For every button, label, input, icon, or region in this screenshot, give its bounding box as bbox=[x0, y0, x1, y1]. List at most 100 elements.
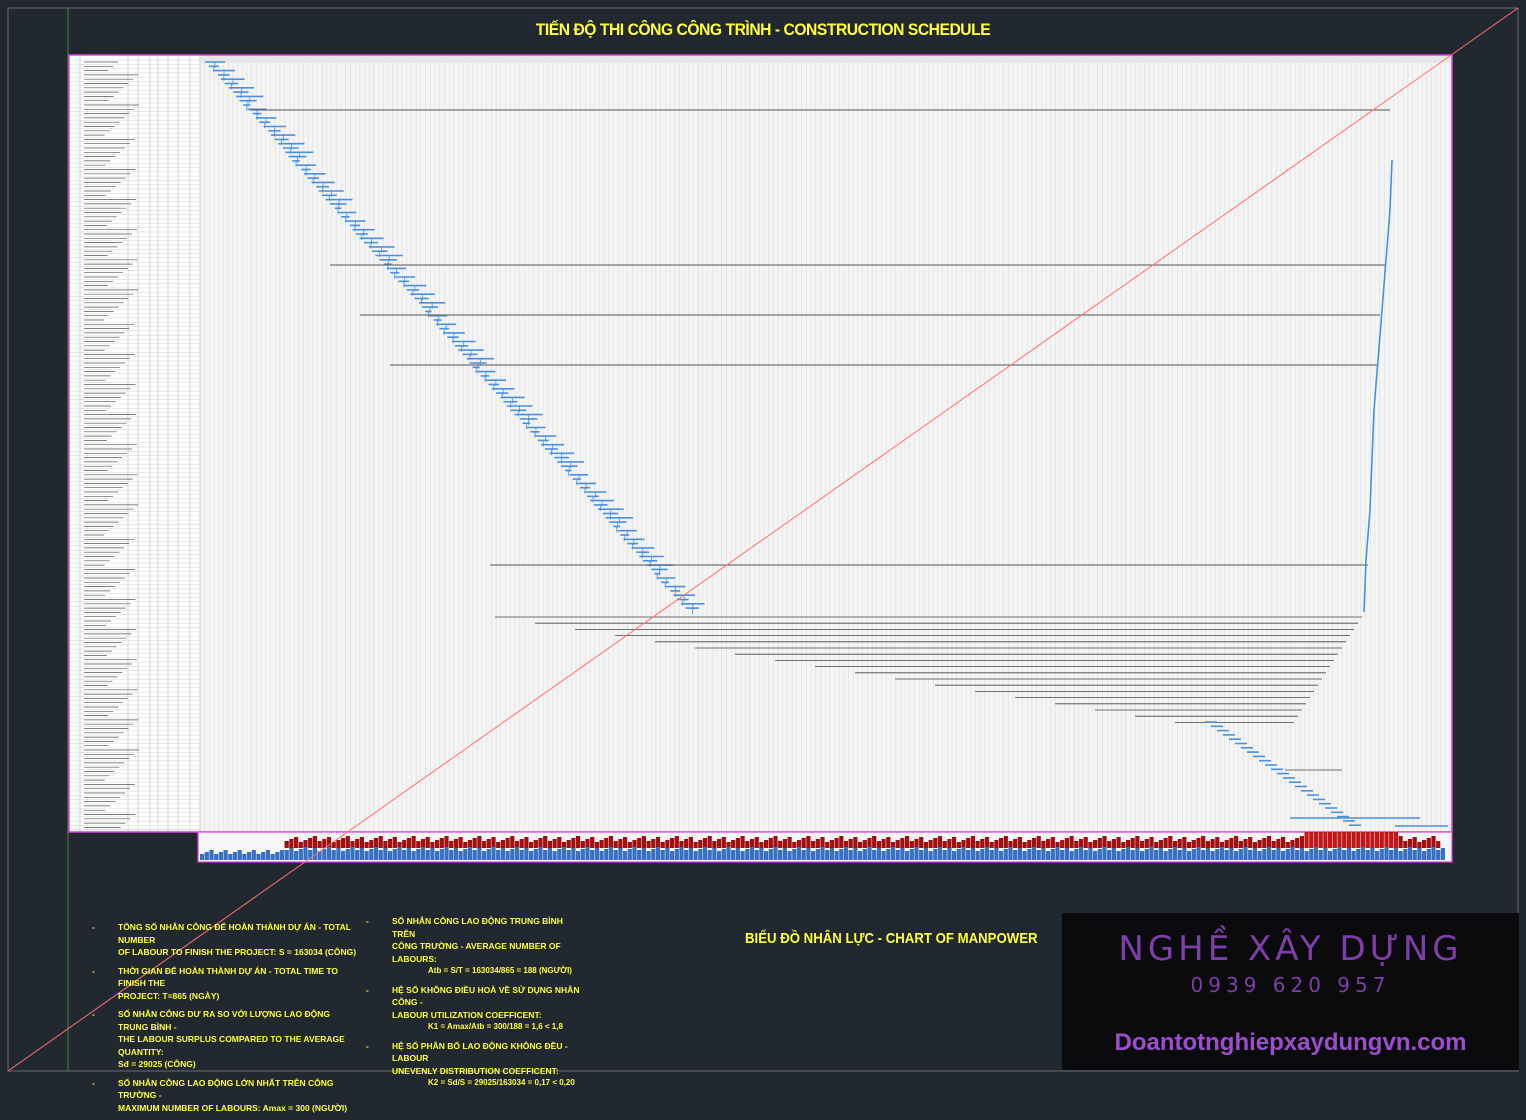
manpower-bar-blue bbox=[872, 850, 877, 860]
manpower-bar-blue bbox=[876, 848, 881, 860]
manpower-bar-blue bbox=[792, 849, 797, 860]
manpower-bar-red bbox=[1116, 837, 1121, 848]
manpower-bar-blue bbox=[218, 852, 223, 860]
manpower-bar-blue bbox=[1130, 850, 1135, 860]
manpower-bar-blue bbox=[364, 851, 369, 860]
manpower-bar-blue bbox=[1215, 849, 1220, 860]
manpower-bar-red bbox=[980, 839, 985, 848]
manpower-bar-red bbox=[1365, 832, 1370, 848]
manpower-bar-red bbox=[524, 837, 529, 848]
manpower-bar-red bbox=[820, 837, 825, 848]
manpower-bar-blue bbox=[1323, 848, 1328, 860]
manpower-bar-red bbox=[679, 841, 684, 848]
manpower-bar-blue bbox=[928, 851, 933, 860]
manpower-bar-blue bbox=[247, 852, 252, 860]
manpower-bar-red bbox=[350, 841, 355, 848]
manpower-bar-blue bbox=[914, 847, 919, 860]
manpower-bar-red bbox=[1140, 841, 1145, 848]
manpower-bar-blue bbox=[947, 848, 952, 860]
manpower-bar-blue bbox=[1210, 851, 1215, 860]
manpower-bar-red bbox=[411, 836, 416, 848]
manpower-bar-blue bbox=[1299, 848, 1304, 860]
manpower-bar-red bbox=[1111, 839, 1116, 848]
manpower-bar-red bbox=[759, 842, 764, 848]
manpower-bar-blue bbox=[778, 850, 783, 860]
manpower-bar-blue bbox=[1309, 849, 1314, 860]
manpower-bar-red bbox=[1356, 832, 1361, 848]
manpower-bar-blue bbox=[1111, 848, 1116, 860]
manpower-bar-red bbox=[439, 838, 444, 848]
manpower-bar-blue bbox=[477, 848, 482, 860]
manpower-bar-blue bbox=[420, 847, 426, 860]
manpower-bar-red bbox=[392, 837, 397, 848]
manpower-bar-blue bbox=[1313, 847, 1319, 860]
manpower-bar-blue bbox=[1252, 848, 1257, 860]
manpower-bar-blue bbox=[994, 848, 999, 860]
manpower-bar-red bbox=[909, 841, 914, 848]
manpower-bar-blue bbox=[1013, 850, 1018, 860]
manpower-bar-blue bbox=[646, 851, 651, 860]
manpower-bar-red bbox=[1257, 840, 1262, 848]
manpower-bar-blue bbox=[1431, 847, 1436, 860]
manpower-bar-red bbox=[467, 840, 473, 848]
manpower-bar-blue bbox=[505, 851, 510, 860]
manpower-bar-blue bbox=[341, 851, 346, 860]
manpower-bar-blue bbox=[1351, 851, 1356, 860]
manpower-bar-blue bbox=[1182, 848, 1187, 860]
manpower-bar-blue bbox=[1257, 851, 1262, 860]
manpower-bar-blue bbox=[1393, 848, 1398, 860]
manpower-bar-red bbox=[486, 839, 491, 848]
manpower-bar-red bbox=[547, 841, 552, 848]
manpower-bar-red bbox=[792, 842, 797, 848]
manpower-bar-red bbox=[937, 836, 943, 848]
manpower-bar-blue bbox=[665, 848, 670, 860]
manpower-bar-red bbox=[872, 836, 877, 848]
manpower-bar-red bbox=[740, 836, 745, 848]
manpower-bar-red bbox=[1304, 832, 1309, 848]
note-item: TỔNG SỐ NHÂN CÔNG ĐỂ HOÀN THÀNH DỰ ÁN - … bbox=[92, 921, 362, 959]
manpower-bar-blue bbox=[416, 849, 421, 860]
manpower-bar-red bbox=[1125, 840, 1131, 848]
manpower-bar-red bbox=[359, 837, 364, 848]
manpower-bar-blue bbox=[942, 850, 947, 860]
manpower-bar-blue bbox=[1403, 849, 1408, 860]
manpower-bar-blue bbox=[279, 850, 285, 860]
manpower-bar-red bbox=[312, 836, 317, 848]
manpower-bar-blue bbox=[350, 847, 355, 860]
manpower-bar-blue bbox=[674, 849, 679, 860]
manpower-bar-red bbox=[627, 842, 632, 848]
manpower-bar-red bbox=[1360, 832, 1366, 848]
manpower-bar-red bbox=[1060, 840, 1065, 848]
manpower-bar-blue bbox=[801, 850, 806, 860]
manpower-bar-red bbox=[665, 840, 670, 848]
manpower-bar-red bbox=[632, 840, 637, 848]
manpower-bar-blue bbox=[529, 851, 534, 860]
manpower-bar-red bbox=[1285, 842, 1290, 848]
cad-viewport[interactable]: TIẾN ĐỘ THI CÔNG CÔNG TRÌNH - CONSTRUCTI… bbox=[0, 0, 1526, 1113]
manpower-bar-blue bbox=[1093, 851, 1098, 860]
manpower-bar-red bbox=[529, 842, 534, 848]
manpower-bar-blue bbox=[1154, 850, 1159, 860]
manpower-bar-blue bbox=[303, 847, 308, 860]
manpower-bar-blue bbox=[373, 847, 379, 860]
manpower-bar-red bbox=[425, 837, 430, 848]
manpower-bar-red bbox=[1436, 841, 1441, 848]
note-item: SỐ NHÂN CÔNG DƯ RA SO VỚI LƯỢNG LAO ĐỘNG… bbox=[92, 1008, 362, 1071]
manpower-bar-blue bbox=[890, 847, 896, 860]
manpower-bar-blue bbox=[961, 847, 966, 860]
note-line1: HỆ SỐ PHÂN BỐ LAO ĐỘNG KHÔNG ĐỀU - LABOU… bbox=[392, 1040, 568, 1064]
manpower-bar-red bbox=[604, 838, 609, 848]
manpower-bar-blue bbox=[1285, 849, 1290, 860]
manpower-bar-blue bbox=[402, 850, 407, 860]
manpower-bar-red bbox=[1342, 832, 1347, 848]
manpower-bar-blue bbox=[937, 847, 943, 860]
manpower-bar-red bbox=[543, 836, 548, 848]
manpower-bar-blue bbox=[740, 851, 745, 860]
manpower-bar-red bbox=[1017, 837, 1022, 848]
manpower-bar-red bbox=[1370, 832, 1375, 848]
manpower-bar-red bbox=[1172, 841, 1178, 848]
manpower-bar-blue bbox=[895, 850, 900, 860]
manpower-bar-blue bbox=[1144, 849, 1149, 860]
manpower-bar-red bbox=[717, 839, 722, 848]
manpower-bar-red bbox=[698, 840, 703, 848]
